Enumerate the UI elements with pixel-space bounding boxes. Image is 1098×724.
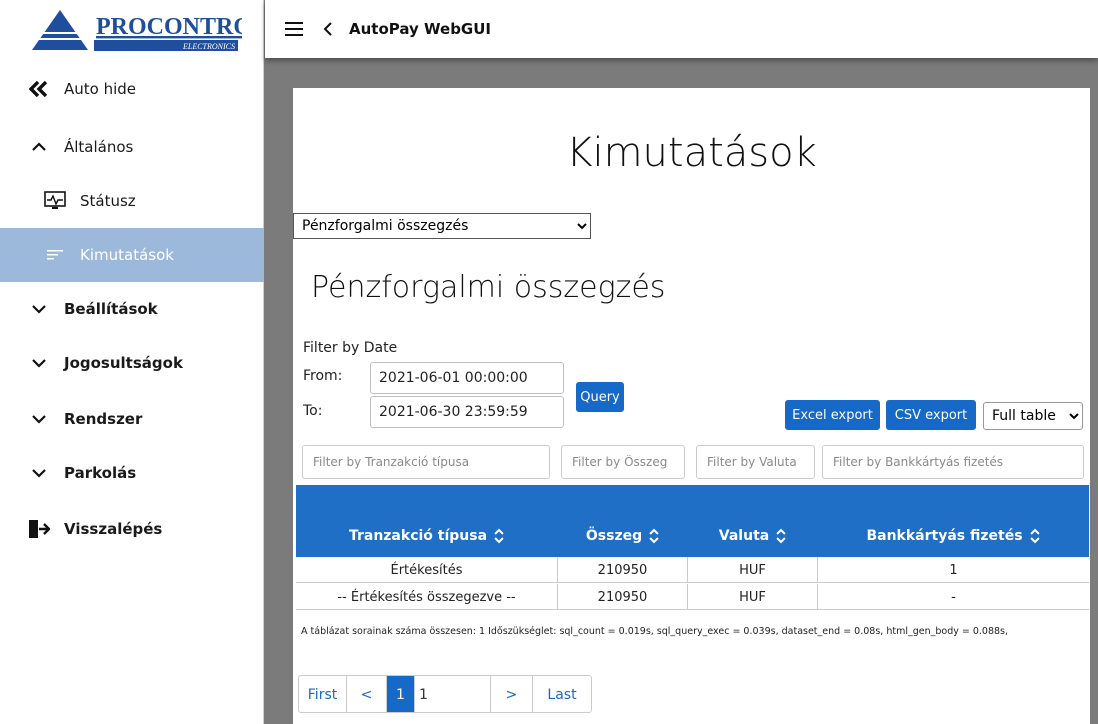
sidebar-item-beallitasok[interactable]: Beállítások <box>0 282 264 336</box>
double-chevron-left-icon <box>28 81 50 97</box>
hamburger-menu-icon[interactable] <box>285 21 303 37</box>
sidebar-item-label: Beállítások <box>64 300 158 318</box>
csv-export-button[interactable]: CSV export <box>886 400 976 430</box>
brand-name: PROCONTROL <box>96 14 242 40</box>
pagination-page-input[interactable]: 1 <box>415 676 491 712</box>
sidebar-item-visszalepes[interactable]: Visszalépés <box>0 502 264 556</box>
column-header-label: Összeg <box>585 528 643 544</box>
table-cell: - <box>951 589 956 605</box>
app-title: AutoPay WebGUI <box>349 20 492 38</box>
column-header-valuta[interactable]: Valuta <box>688 485 818 557</box>
from-label: From: <box>303 368 343 384</box>
pagination-prev-button[interactable]: < <box>347 676 387 712</box>
excel-export-button[interactable]: Excel export <box>785 400 880 430</box>
pagination-current-page[interactable]: 1 <box>387 676 415 712</box>
monitor-pulse-icon <box>44 191 66 211</box>
chevron-down-icon <box>28 468 50 478</box>
sidebar: PROCONTROL ELECTRONICS Auto hide Általán… <box>0 0 264 724</box>
procontrol-logo: PROCONTROL ELECTRONICS <box>32 10 242 51</box>
top-bar: AutoPay WebGUI <box>265 0 1098 58</box>
column-header-label: Tranzakció típusa <box>348 528 488 544</box>
sidebar-item-label: Rendszer <box>64 410 143 428</box>
column-header-bankkartyas-fizetes[interactable]: Bankkártyás fizetés <box>818 485 1089 557</box>
table-header: Tranzakció típusa Összeg Valuta Bankkárt… <box>296 485 1089 557</box>
sidebar-item-jogosultsagok[interactable]: Jogosultságok <box>0 336 264 390</box>
table-footnote: A táblázat sorainak száma összesen: 1 Id… <box>301 626 1009 637</box>
back-chevron-icon[interactable] <box>323 22 333 36</box>
pagination-last-button[interactable]: Last <box>533 676 591 712</box>
page-title: Kimutatások <box>566 130 817 176</box>
logout-door-icon <box>28 519 50 539</box>
section-title: Pénzforgalmi összegzés <box>311 270 666 305</box>
chevron-down-icon <box>28 358 50 368</box>
pagination-next-button[interactable]: > <box>491 676 533 712</box>
column-header-tranzakcio-tipusa[interactable]: Tranzakció típusa <box>296 485 558 557</box>
table-cell: 210950 <box>558 584 688 610</box>
to-label: To: <box>303 403 323 419</box>
table-cell: 210950 <box>558 557 688 583</box>
pagination-first-button[interactable]: First <box>299 676 347 712</box>
table-view-select[interactable]: Full table <box>983 402 1083 430</box>
filter-by-date-label: Filter by Date <box>303 340 398 356</box>
sidebar-item-label: Kimutatások <box>80 246 174 264</box>
column-header-osszeg[interactable]: Összeg <box>558 485 688 557</box>
filter-tranzakcio-tipusa-input[interactable] <box>302 445 550 479</box>
chevron-down-icon <box>28 414 50 424</box>
chevron-up-icon <box>28 142 50 152</box>
sidebar-item-parkolas[interactable]: Parkolás <box>0 446 264 500</box>
chevron-down-icon <box>28 304 50 314</box>
sidebar-item-statusz[interactable]: Státusz <box>0 174 264 228</box>
table-row: Értékesítés 210950 HUF 1 <box>296 557 1089 583</box>
filter-osszeg-input[interactable] <box>561 445 685 479</box>
sort-icon <box>1029 528 1040 544</box>
pagination: First < 1 1 > Last <box>298 675 592 713</box>
list-lines-icon <box>44 249 66 261</box>
sidebar-item-kimutatasok[interactable]: Kimutatások <box>0 228 264 282</box>
column-header-label: Valuta <box>718 528 770 544</box>
filter-valuta-input[interactable] <box>696 445 815 479</box>
filter-bankkartyas-fizetes-input[interactable] <box>822 445 1084 479</box>
from-date-input[interactable] <box>370 362 564 394</box>
sidebar-item-label: Auto hide <box>64 80 137 98</box>
column-header-label: Bankkártyás fizetés <box>866 528 1023 544</box>
sort-icon <box>649 528 659 544</box>
sidebar-item-label: Visszalépés <box>64 520 163 538</box>
query-button[interactable]: Query <box>576 382 624 412</box>
table-cell: HUF <box>688 584 818 610</box>
content-panel: Kimutatások Pénzforgalmi összegzés Pénzf… <box>293 88 1090 724</box>
brand-tagline: ELECTRONICS <box>182 42 235 51</box>
to-date-input[interactable] <box>370 396 564 428</box>
sidebar-item-auto-hide[interactable]: Auto hide <box>0 62 264 116</box>
sidebar-item-label: Általános <box>64 138 134 156</box>
sidebar-item-label: Státusz <box>80 192 136 210</box>
sidebar-item-label: Parkolás <box>64 464 137 482</box>
table-cell: Értékesítés <box>296 557 558 583</box>
table-cell: 1 <box>949 562 958 578</box>
table-row: -- Értékesítés összegezve -- 210950 HUF … <box>296 584 1089 610</box>
sidebar-item-rendszer[interactable]: Rendszer <box>0 392 264 446</box>
table-cell: HUF <box>688 557 818 583</box>
sidebar-item-label: Jogosultságok <box>64 354 183 372</box>
sort-icon <box>776 528 786 544</box>
sort-icon <box>494 528 504 544</box>
table-cell: -- Értékesítés összegezve -- <box>296 584 558 610</box>
sidebar-item-altalanos[interactable]: Általános <box>0 120 264 174</box>
report-type-select[interactable]: Pénzforgalmi összegzés <box>293 213 591 239</box>
